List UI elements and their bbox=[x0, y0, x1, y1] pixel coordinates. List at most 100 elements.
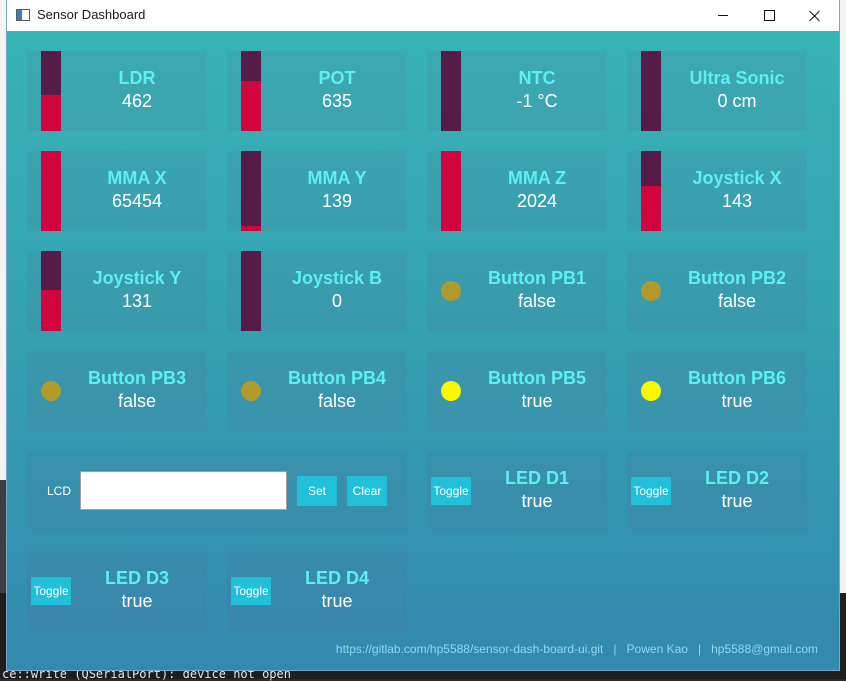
sensor-value: 635 bbox=[321, 91, 353, 111]
level-bar bbox=[441, 51, 461, 131]
level-bar bbox=[641, 151, 661, 231]
sensor-card-pot: POT 635 bbox=[227, 51, 407, 131]
sensor-value: 0 bbox=[331, 291, 342, 311]
app-icon bbox=[16, 9, 30, 21]
led-toggle-button[interactable]: Toggle bbox=[631, 477, 671, 505]
sensor-dashboard-window: Sensor Dashboard LDR 462 POT 635 NTC -1 … bbox=[7, 0, 839, 670]
level-bar bbox=[41, 251, 61, 331]
sensor-card-ultra-sonic: Ultra Sonic 0 cm bbox=[627, 51, 807, 131]
button-state-indicator bbox=[441, 381, 461, 401]
led-toggle-button[interactable]: Toggle bbox=[431, 477, 471, 505]
button-state-indicator bbox=[241, 381, 261, 401]
sensor-card-mma-y: MMA Y 139 bbox=[227, 151, 407, 231]
lcd-panel: LCD Set Clear bbox=[27, 451, 407, 531]
sensor-name: Joystick B bbox=[291, 268, 383, 288]
led-card-d3: Toggle LED D3 true bbox=[27, 551, 207, 631]
button-name: Button PB5 bbox=[488, 368, 586, 388]
led-toggle-button[interactable]: Toggle bbox=[231, 577, 271, 605]
sensor-name: MMA Z bbox=[507, 168, 567, 188]
button-state-indicator bbox=[41, 381, 61, 401]
led-value: true bbox=[121, 591, 153, 611]
button-value: false bbox=[717, 291, 757, 311]
level-bar bbox=[241, 251, 261, 331]
close-icon bbox=[809, 10, 821, 22]
level-bar-fill bbox=[241, 81, 261, 131]
close-button[interactable] bbox=[792, 0, 838, 31]
lcd-set-button[interactable]: Set bbox=[297, 476, 337, 506]
repo-link[interactable]: https://gitlab.com/hp5588/sensor-dash-bo… bbox=[336, 642, 604, 656]
sensor-value: 131 bbox=[121, 291, 153, 311]
led-value: true bbox=[521, 491, 553, 511]
sensor-name: Ultra Sonic bbox=[689, 68, 785, 88]
sensor-value: 462 bbox=[121, 91, 153, 111]
button-name: Button PB1 bbox=[488, 268, 586, 288]
lcd-clear-button[interactable]: Clear bbox=[347, 476, 387, 506]
maximize-button[interactable] bbox=[746, 0, 792, 31]
level-bar-fill bbox=[41, 290, 61, 331]
dashboard-content: LDR 462 POT 635 NTC -1 °C Ultra Sonic 0 … bbox=[7, 31, 839, 670]
sensor-name: Joystick Y bbox=[92, 268, 182, 288]
led-toggle-button[interactable]: Toggle bbox=[31, 577, 71, 605]
sensor-value: 0 cm bbox=[717, 91, 757, 111]
level-bar-fill bbox=[641, 186, 661, 231]
sensor-value: 143 bbox=[721, 191, 753, 211]
footer-separator: | bbox=[613, 642, 617, 656]
minimize-icon bbox=[718, 15, 728, 16]
button-value: true bbox=[721, 391, 753, 411]
led-card-d1: Toggle LED D1 true bbox=[427, 451, 607, 531]
level-bar bbox=[241, 51, 261, 131]
button-value: false bbox=[117, 391, 157, 411]
level-bar bbox=[441, 151, 461, 231]
button-value: false bbox=[517, 291, 557, 311]
sensor-card-joystick-x: Joystick X 143 bbox=[627, 151, 807, 231]
minimize-button[interactable] bbox=[700, 0, 746, 31]
maximize-icon bbox=[763, 10, 775, 21]
sensor-card-ntc: NTC -1 °C bbox=[427, 51, 607, 131]
button-state-indicator bbox=[641, 381, 661, 401]
button-value: true bbox=[521, 391, 553, 411]
led-card-d4: Toggle LED D4 true bbox=[227, 551, 407, 631]
level-bar bbox=[41, 51, 61, 131]
level-bar-fill bbox=[441, 151, 461, 231]
button-card-pb1: Button PB1 false bbox=[427, 251, 607, 331]
led-name: LED D2 bbox=[704, 468, 769, 488]
sensor-card-joystick-y: Joystick Y 131 bbox=[27, 251, 207, 331]
led-value: true bbox=[721, 491, 753, 511]
sensor-card-joystick-b: Joystick B 0 bbox=[227, 251, 407, 331]
led-value: true bbox=[321, 591, 353, 611]
email-link[interactable]: hp5588@gmail.com bbox=[711, 642, 818, 656]
title-bar: Sensor Dashboard bbox=[7, 0, 839, 31]
sensor-name: Joystick X bbox=[692, 168, 782, 188]
sensor-value: 2024 bbox=[516, 191, 558, 211]
button-card-pb2: Button PB2 false bbox=[627, 251, 807, 331]
sensor-card-mma-x: MMA X 65454 bbox=[27, 151, 207, 231]
led-name: LED D3 bbox=[104, 568, 169, 588]
button-value: false bbox=[317, 391, 357, 411]
sensor-name: POT bbox=[318, 68, 356, 88]
button-name: Button PB4 bbox=[288, 368, 386, 388]
footer-separator: | bbox=[697, 642, 702, 656]
lcd-text-input[interactable] bbox=[80, 471, 287, 510]
sensor-name: LDR bbox=[118, 68, 156, 88]
button-state-indicator bbox=[441, 281, 461, 301]
level-bar-fill bbox=[241, 226, 261, 231]
level-bar bbox=[241, 151, 261, 231]
sensor-value: -1 °C bbox=[516, 91, 558, 111]
sensor-name: MMA Y bbox=[307, 168, 367, 188]
button-state-indicator bbox=[641, 281, 661, 301]
button-card-pb3: Button PB3 false bbox=[27, 351, 207, 431]
sensor-card-mma-z: MMA Z 2024 bbox=[427, 151, 607, 231]
level-bar-fill bbox=[41, 151, 61, 231]
button-card-pb5: Button PB5 true bbox=[427, 351, 607, 431]
level-bar bbox=[41, 151, 61, 231]
led-name: LED D4 bbox=[304, 568, 369, 588]
button-card-pb6: Button PB6 true bbox=[627, 351, 807, 431]
level-bar-fill bbox=[41, 95, 61, 131]
level-bar bbox=[641, 51, 661, 131]
sensor-value: 65454 bbox=[111, 191, 163, 211]
window-title: Sensor Dashboard bbox=[37, 7, 146, 22]
sensor-card-ldr: LDR 462 bbox=[27, 51, 207, 131]
led-card-d2: Toggle LED D2 true bbox=[627, 451, 807, 531]
button-name: Button PB3 bbox=[88, 368, 186, 388]
footer: https://gitlab.com/hp5588/sensor-dash-bo… bbox=[336, 642, 818, 656]
